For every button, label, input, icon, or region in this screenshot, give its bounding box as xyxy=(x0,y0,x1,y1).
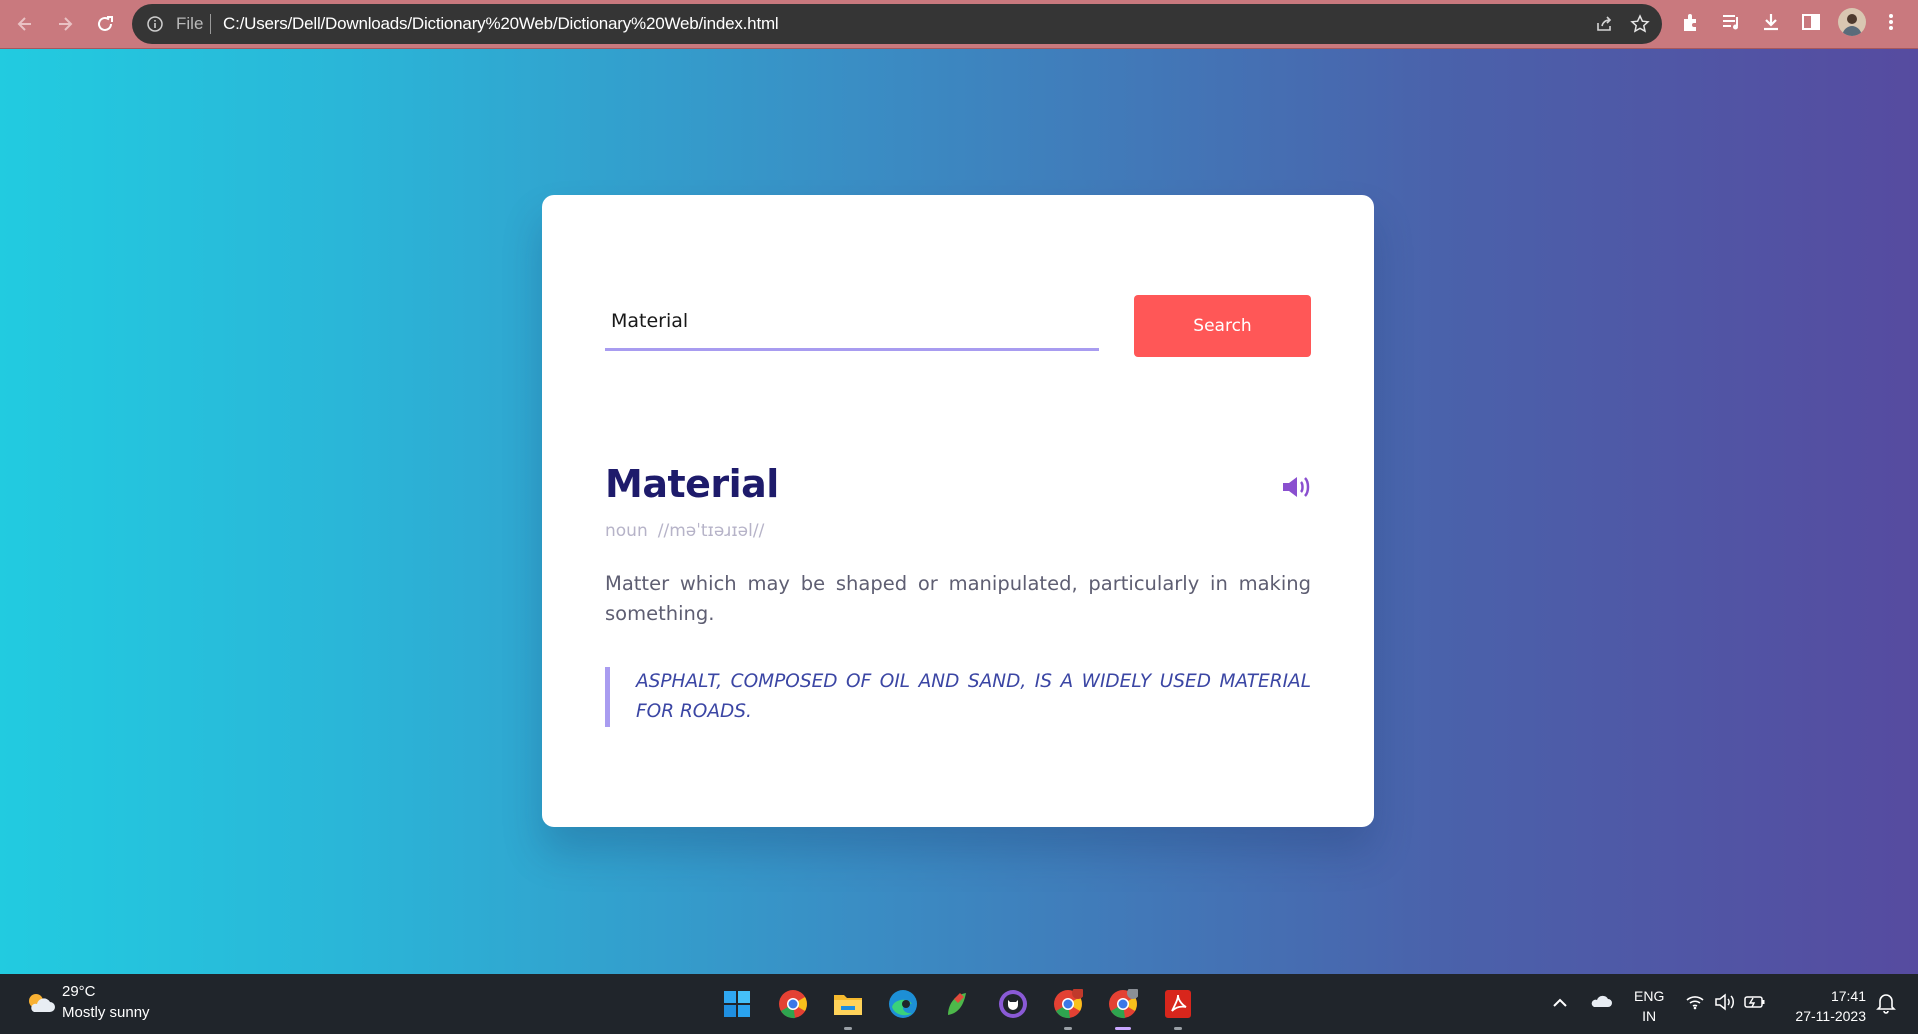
download-icon[interactable] xyxy=(1760,11,1782,33)
part-of-speech: noun xyxy=(605,521,648,541)
chrome-profile-app[interactable] xyxy=(1052,988,1084,1030)
media-control-icon[interactable] xyxy=(1720,11,1742,33)
word-example: Asphalt, composed of oil and sand, is a … xyxy=(605,667,1311,727)
pdf-icon xyxy=(1165,990,1191,1018)
page-background: Search Material noun //məˈtɪəɹɪəl// Matte… xyxy=(0,49,1918,974)
green-app[interactable] xyxy=(942,988,974,1020)
info-icon[interactable] xyxy=(146,15,164,33)
file-label: File xyxy=(176,14,204,33)
address-bar[interactable]: File C:/Users/Dell/Downloads/Dictionary%… xyxy=(132,4,1662,44)
arrow-right-icon xyxy=(59,17,73,31)
avatar[interactable] xyxy=(1838,8,1866,36)
edge-icon xyxy=(889,990,917,1018)
clock-time: 17:41 xyxy=(1830,988,1866,1004)
arrow-left-icon xyxy=(17,17,31,31)
clock[interactable]: 17:41 27-11-2023 xyxy=(1782,986,1866,1026)
taskbar: 29°C Mostly sunny ENG IN 17:41 27-11-202… xyxy=(0,974,1918,1034)
language-code: ENG xyxy=(1634,988,1665,1004)
word-title: Material xyxy=(605,462,779,506)
chrome-icon xyxy=(779,990,807,1019)
word-meaning: Matter which may be shaped or manipulate… xyxy=(605,572,1311,625)
star-icon[interactable] xyxy=(1630,14,1650,34)
acrobat-app[interactable] xyxy=(1162,988,1194,1030)
browser-toolbar: File C:/Users/Dell/Downloads/Dictionary%… xyxy=(0,0,1918,49)
pronounce-button[interactable] xyxy=(1281,473,1313,501)
speaker-icon xyxy=(1283,477,1310,497)
reload-icon xyxy=(98,16,113,31)
chevron-up-icon[interactable] xyxy=(1552,996,1568,1008)
folder-icon xyxy=(834,995,862,1015)
running-indicator xyxy=(1064,1027,1072,1030)
start-button[interactable] xyxy=(721,988,753,1020)
profile-icon xyxy=(1842,14,1862,36)
share-icon[interactable] xyxy=(1594,14,1614,34)
weather-temperature: 29°C xyxy=(62,983,96,1000)
leaf-app-icon xyxy=(948,993,966,1015)
windows-icon xyxy=(724,991,750,1017)
volume-icon[interactable] xyxy=(1714,993,1736,1011)
github-desktop-app[interactable] xyxy=(997,988,1029,1020)
back-button[interactable] xyxy=(10,9,40,39)
url-text[interactable]: C:/Users/Dell/Downloads/Dictionary%20Web… xyxy=(223,14,779,34)
chrome-icon xyxy=(1054,989,1083,1019)
edge-app[interactable] xyxy=(887,988,919,1020)
region-code: IN xyxy=(1642,1008,1657,1024)
dictionary-card: Search Material noun //məˈtɪəɹɪəl// Matte… xyxy=(542,195,1374,827)
running-indicator xyxy=(844,1027,852,1030)
menu-kebab-icon[interactable] xyxy=(1880,11,1902,33)
search-input[interactable] xyxy=(605,293,1099,351)
active-indicator xyxy=(1115,1027,1131,1030)
onedrive-cloud-icon[interactable] xyxy=(1590,994,1612,1008)
separator xyxy=(210,14,211,34)
search-button[interactable]: Search xyxy=(1134,295,1311,357)
extensions-icon[interactable] xyxy=(1680,11,1702,33)
reload-button[interactable] xyxy=(90,9,120,39)
side-panel-icon[interactable] xyxy=(1800,11,1822,33)
clock-date: 27-11-2023 xyxy=(1795,1008,1866,1024)
chrome-app[interactable] xyxy=(777,988,809,1020)
file-explorer-app[interactable] xyxy=(832,988,864,1030)
battery-icon[interactable] xyxy=(1744,994,1766,1010)
forward-button[interactable] xyxy=(50,9,80,39)
weather-sun-cloud-icon[interactable] xyxy=(24,990,56,1018)
github-icon xyxy=(999,990,1027,1018)
wifi-icon[interactable] xyxy=(1685,994,1705,1010)
weather-description: Mostly sunny xyxy=(62,1004,150,1021)
chrome-icon xyxy=(1109,989,1138,1019)
chrome-active-app[interactable] xyxy=(1107,988,1139,1030)
language-indicator[interactable]: ENG IN xyxy=(1634,986,1664,1026)
running-indicator xyxy=(1174,1027,1182,1030)
notification-icon[interactable] xyxy=(1875,992,1897,1014)
word-details: noun //məˈtɪəɹɪəl// xyxy=(605,521,764,541)
pronunciation: //məˈtɪəɹɪəl// xyxy=(657,521,765,541)
